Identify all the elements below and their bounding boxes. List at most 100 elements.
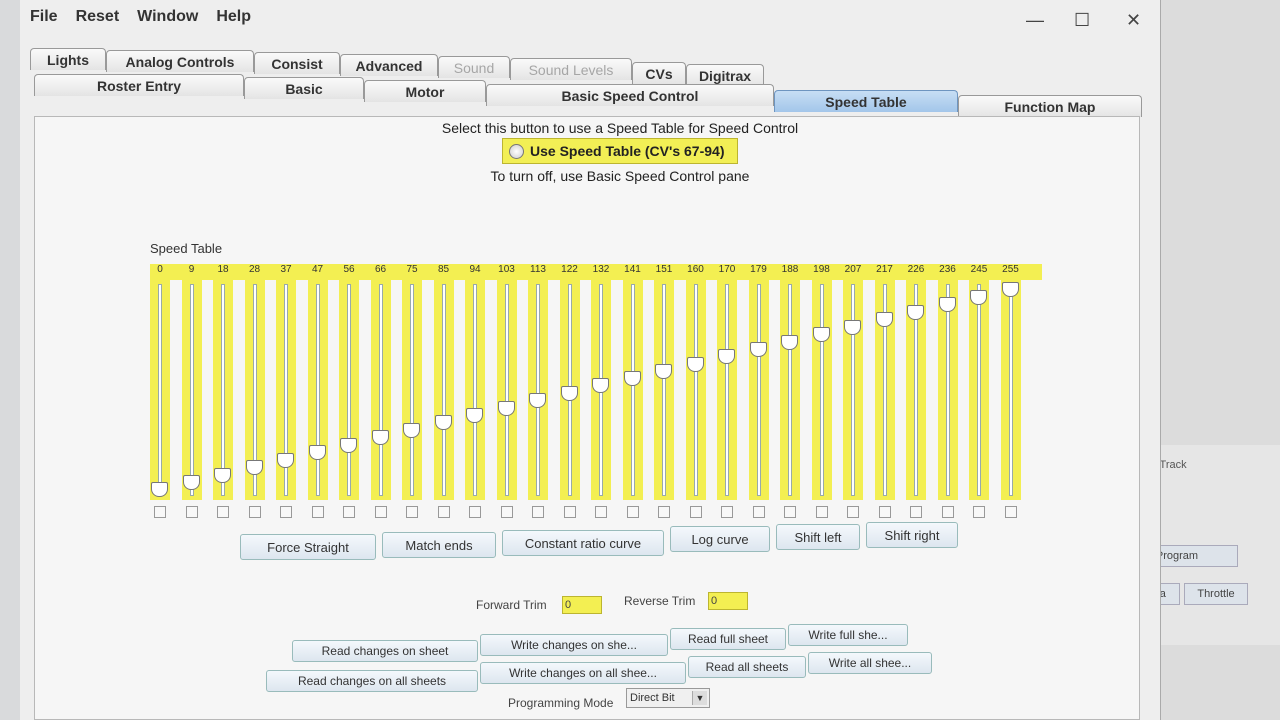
slider-thumb[interactable] [749,341,767,357]
menu-window[interactable]: Window [137,8,198,38]
lock-step-checkbox[interactable] [185,506,198,518]
radio-button-icon[interactable] [509,143,524,159]
slider-track[interactable] [662,284,666,496]
lock-step-checkbox[interactable] [563,506,576,518]
lock-step-checkbox[interactable] [626,506,639,518]
lock-step-checkbox[interactable] [658,506,670,518]
speed-step-slider[interactable] [496,280,517,500]
lock-step-checkbox[interactable] [689,506,702,518]
slider-thumb[interactable] [875,311,893,327]
tab-sound-levels[interactable]: Sound Levels [510,58,632,80]
slider-track[interactable] [158,284,162,496]
tab-consist[interactable]: Consist [254,52,340,74]
slider-track[interactable] [756,284,761,496]
tab-roster-entry[interactable]: Roster Entry [34,74,244,96]
tab-digitrax[interactable]: Digitrax [686,64,764,86]
read-all-sheets-button[interactable]: Read all sheets [688,656,806,678]
slider-track[interactable] [630,284,635,496]
lock-step-checkbox[interactable] [532,506,544,518]
tab-advanced[interactable]: Advanced [340,54,438,76]
shift-left-button[interactable]: Shift left [776,524,860,550]
slider-thumb[interactable] [907,304,924,320]
lock-step-checkbox[interactable] [280,506,292,518]
slider-thumb[interactable] [245,460,263,476]
speed-step-slider[interactable] [559,280,580,500]
constant-ratio-curve-button[interactable]: Constant ratio curve [502,530,664,556]
tab-speed-table[interactable]: Speed Table [774,90,958,112]
slider-thumb[interactable] [529,393,546,409]
lock-step-checkbox[interactable] [343,506,355,518]
menu-file[interactable]: File [30,8,58,38]
speed-step-slider[interactable] [685,280,706,500]
lock-step-checkbox[interactable] [910,506,922,518]
match-ends-button[interactable]: Match ends [382,532,496,558]
speed-step-slider[interactable] [181,280,202,500]
speed-step-slider[interactable] [213,280,233,500]
speed-step-slider[interactable] [244,280,265,500]
write-changes-sheet-button[interactable]: Write changes on she... [480,634,668,656]
tab-analog-controls[interactable]: Analog Controls [106,50,254,72]
slider-thumb[interactable] [308,445,326,461]
slider-track[interactable] [410,284,414,496]
slider-track[interactable] [378,284,383,496]
speed-step-slider[interactable] [717,280,737,500]
reverse-trim-field[interactable] [708,592,748,610]
lock-step-checkbox[interactable] [374,506,387,518]
slider-thumb[interactable] [1001,282,1019,297]
slider-track[interactable] [504,284,509,496]
tab-lights[interactable]: Lights [30,48,106,70]
speed-step-slider[interactable] [465,280,485,500]
speed-step-slider[interactable] [811,280,832,500]
slider-thumb[interactable] [938,296,956,312]
slider-track[interactable] [977,284,981,496]
lock-step-checkbox[interactable] [878,506,891,518]
lock-step-checkbox[interactable] [973,506,985,518]
slider-track[interactable] [788,284,792,496]
slider-track[interactable] [693,284,698,496]
slider-thumb[interactable] [970,289,987,305]
maximize-icon[interactable]: ☐ [1074,10,1090,31]
speed-step-slider[interactable] [276,280,296,500]
slider-track[interactable] [189,284,194,496]
lock-step-checkbox[interactable] [815,506,828,518]
lock-step-checkbox[interactable] [217,506,229,518]
speed-step-slider[interactable] [402,280,422,500]
tab-function-map[interactable]: Function Map [958,95,1142,117]
speed-step-slider[interactable] [969,280,989,500]
speed-step-slider[interactable] [654,280,674,500]
menu-reset[interactable]: Reset [76,8,120,38]
speed-step-slider[interactable] [748,280,769,500]
lock-step-checkbox[interactable] [406,506,418,518]
speed-step-slider[interactable] [906,280,926,500]
force-straight-button[interactable]: Force Straight [240,534,376,560]
tab-motor[interactable]: Motor [364,80,486,102]
speed-step-slider[interactable] [528,280,548,500]
slider-thumb[interactable] [560,386,578,402]
speed-step-slider[interactable] [370,280,391,500]
lock-step-checkbox[interactable] [437,506,450,518]
slider-thumb[interactable] [277,452,294,468]
slider-track[interactable] [1008,284,1013,496]
read-changes-sheet-button[interactable]: Read changes on sheet [292,640,478,662]
slider-thumb[interactable] [686,356,704,372]
shift-right-button[interactable]: Shift right [866,522,958,548]
slider-thumb[interactable] [182,474,200,490]
lock-step-checkbox[interactable] [941,506,954,518]
forward-trim-field[interactable] [562,596,602,614]
use-speed-table-radio[interactable]: Use Speed Table (CV's 67-94) [502,138,738,164]
slider-thumb[interactable] [812,326,830,342]
slider-thumb[interactable] [434,415,452,431]
speed-step-slider[interactable] [843,280,863,500]
slider-track[interactable] [536,284,540,496]
slider-thumb[interactable] [214,467,231,483]
slider-thumb[interactable] [655,363,672,379]
speed-step-slider[interactable] [150,280,170,500]
speed-step-slider[interactable] [874,280,895,500]
slider-track[interactable] [945,284,950,496]
slider-track[interactable] [851,284,855,496]
slider-thumb[interactable] [371,430,389,446]
lock-step-checkbox[interactable] [311,506,324,518]
slider-track[interactable] [441,284,446,496]
chevron-down-icon[interactable]: ▼ [692,691,707,705]
speed-step-slider[interactable] [433,280,454,500]
